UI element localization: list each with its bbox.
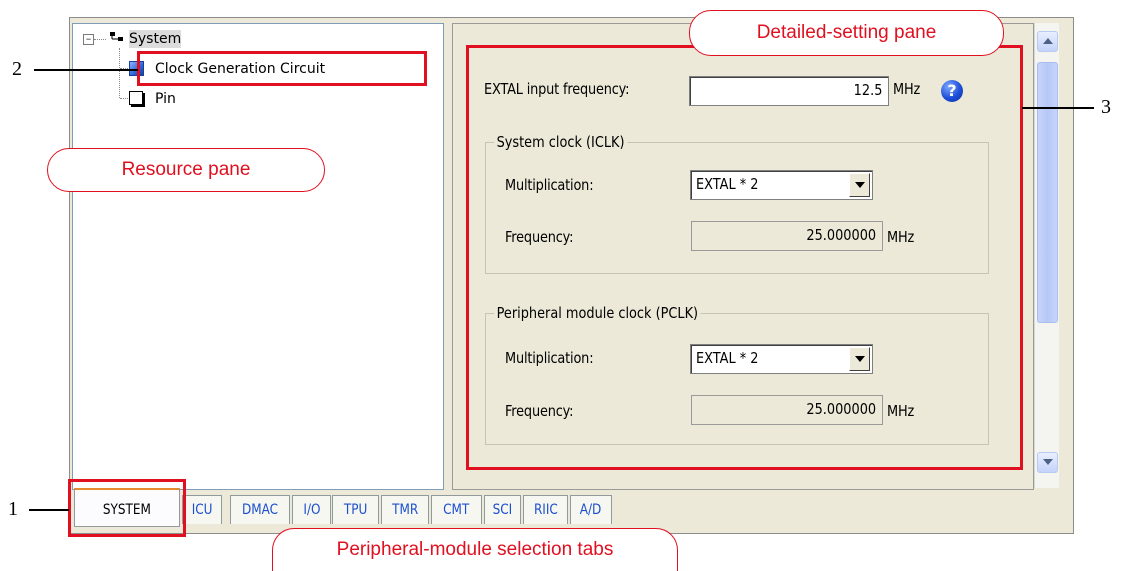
tab-sci[interactable]: SCI [484, 495, 521, 524]
annotation-number-1: 1 [8, 498, 18, 520]
tab-io[interactable]: I/O [292, 495, 331, 524]
white-node-icon [129, 91, 143, 105]
vertical-scrollbar[interactable] [1034, 23, 1059, 488]
scroll-thumb[interactable] [1037, 62, 1058, 323]
tree-line [120, 98, 128, 99]
tab-system[interactable]: SYSTEM [74, 488, 180, 527]
tab-dmac[interactable]: DMAC [230, 495, 290, 524]
leader-line-1 [29, 509, 69, 511]
scroll-down-arrow-icon[interactable] [1037, 452, 1058, 473]
resource-pane: − System Clock Generation Circuit Pin [72, 23, 444, 490]
tab-riic[interactable]: RIIC [523, 495, 568, 524]
tree-item-system[interactable]: System [129, 30, 182, 48]
tab-ad[interactable]: A/D [570, 495, 612, 524]
tree-item-label: Pin [155, 91, 176, 107]
tab-icu[interactable]: ICU [182, 495, 222, 524]
callout-peripheral-tabs: Peripheral-module selection tabs [272, 528, 678, 571]
collapse-toggle[interactable]: − [83, 34, 94, 45]
annotation-number-3: 3 [1101, 96, 1111, 118]
tab-tpu[interactable]: TPU [332, 495, 379, 524]
tab-tmr[interactable]: TMR [381, 495, 429, 524]
callout-detailed-setting-pane: Detailed-setting pane [689, 10, 1004, 56]
tree-item-label: System [129, 31, 182, 47]
tree-line [119, 48, 120, 98]
callout-resource-pane: Resource pane [47, 148, 325, 192]
system-tree-icon [110, 32, 123, 41]
leader-line-2 [34, 69, 138, 71]
scroll-up-arrow-icon[interactable] [1037, 31, 1058, 52]
tree-line [94, 39, 106, 40]
tree-item-pin[interactable]: Pin [155, 90, 176, 108]
tab-cmt[interactable]: CMT [431, 495, 482, 524]
highlight-detail-pane [466, 45, 1023, 470]
annotation-number-2: 2 [12, 58, 22, 80]
highlight-clock-generation-circuit [137, 51, 427, 86]
leader-line-3 [1022, 107, 1094, 109]
